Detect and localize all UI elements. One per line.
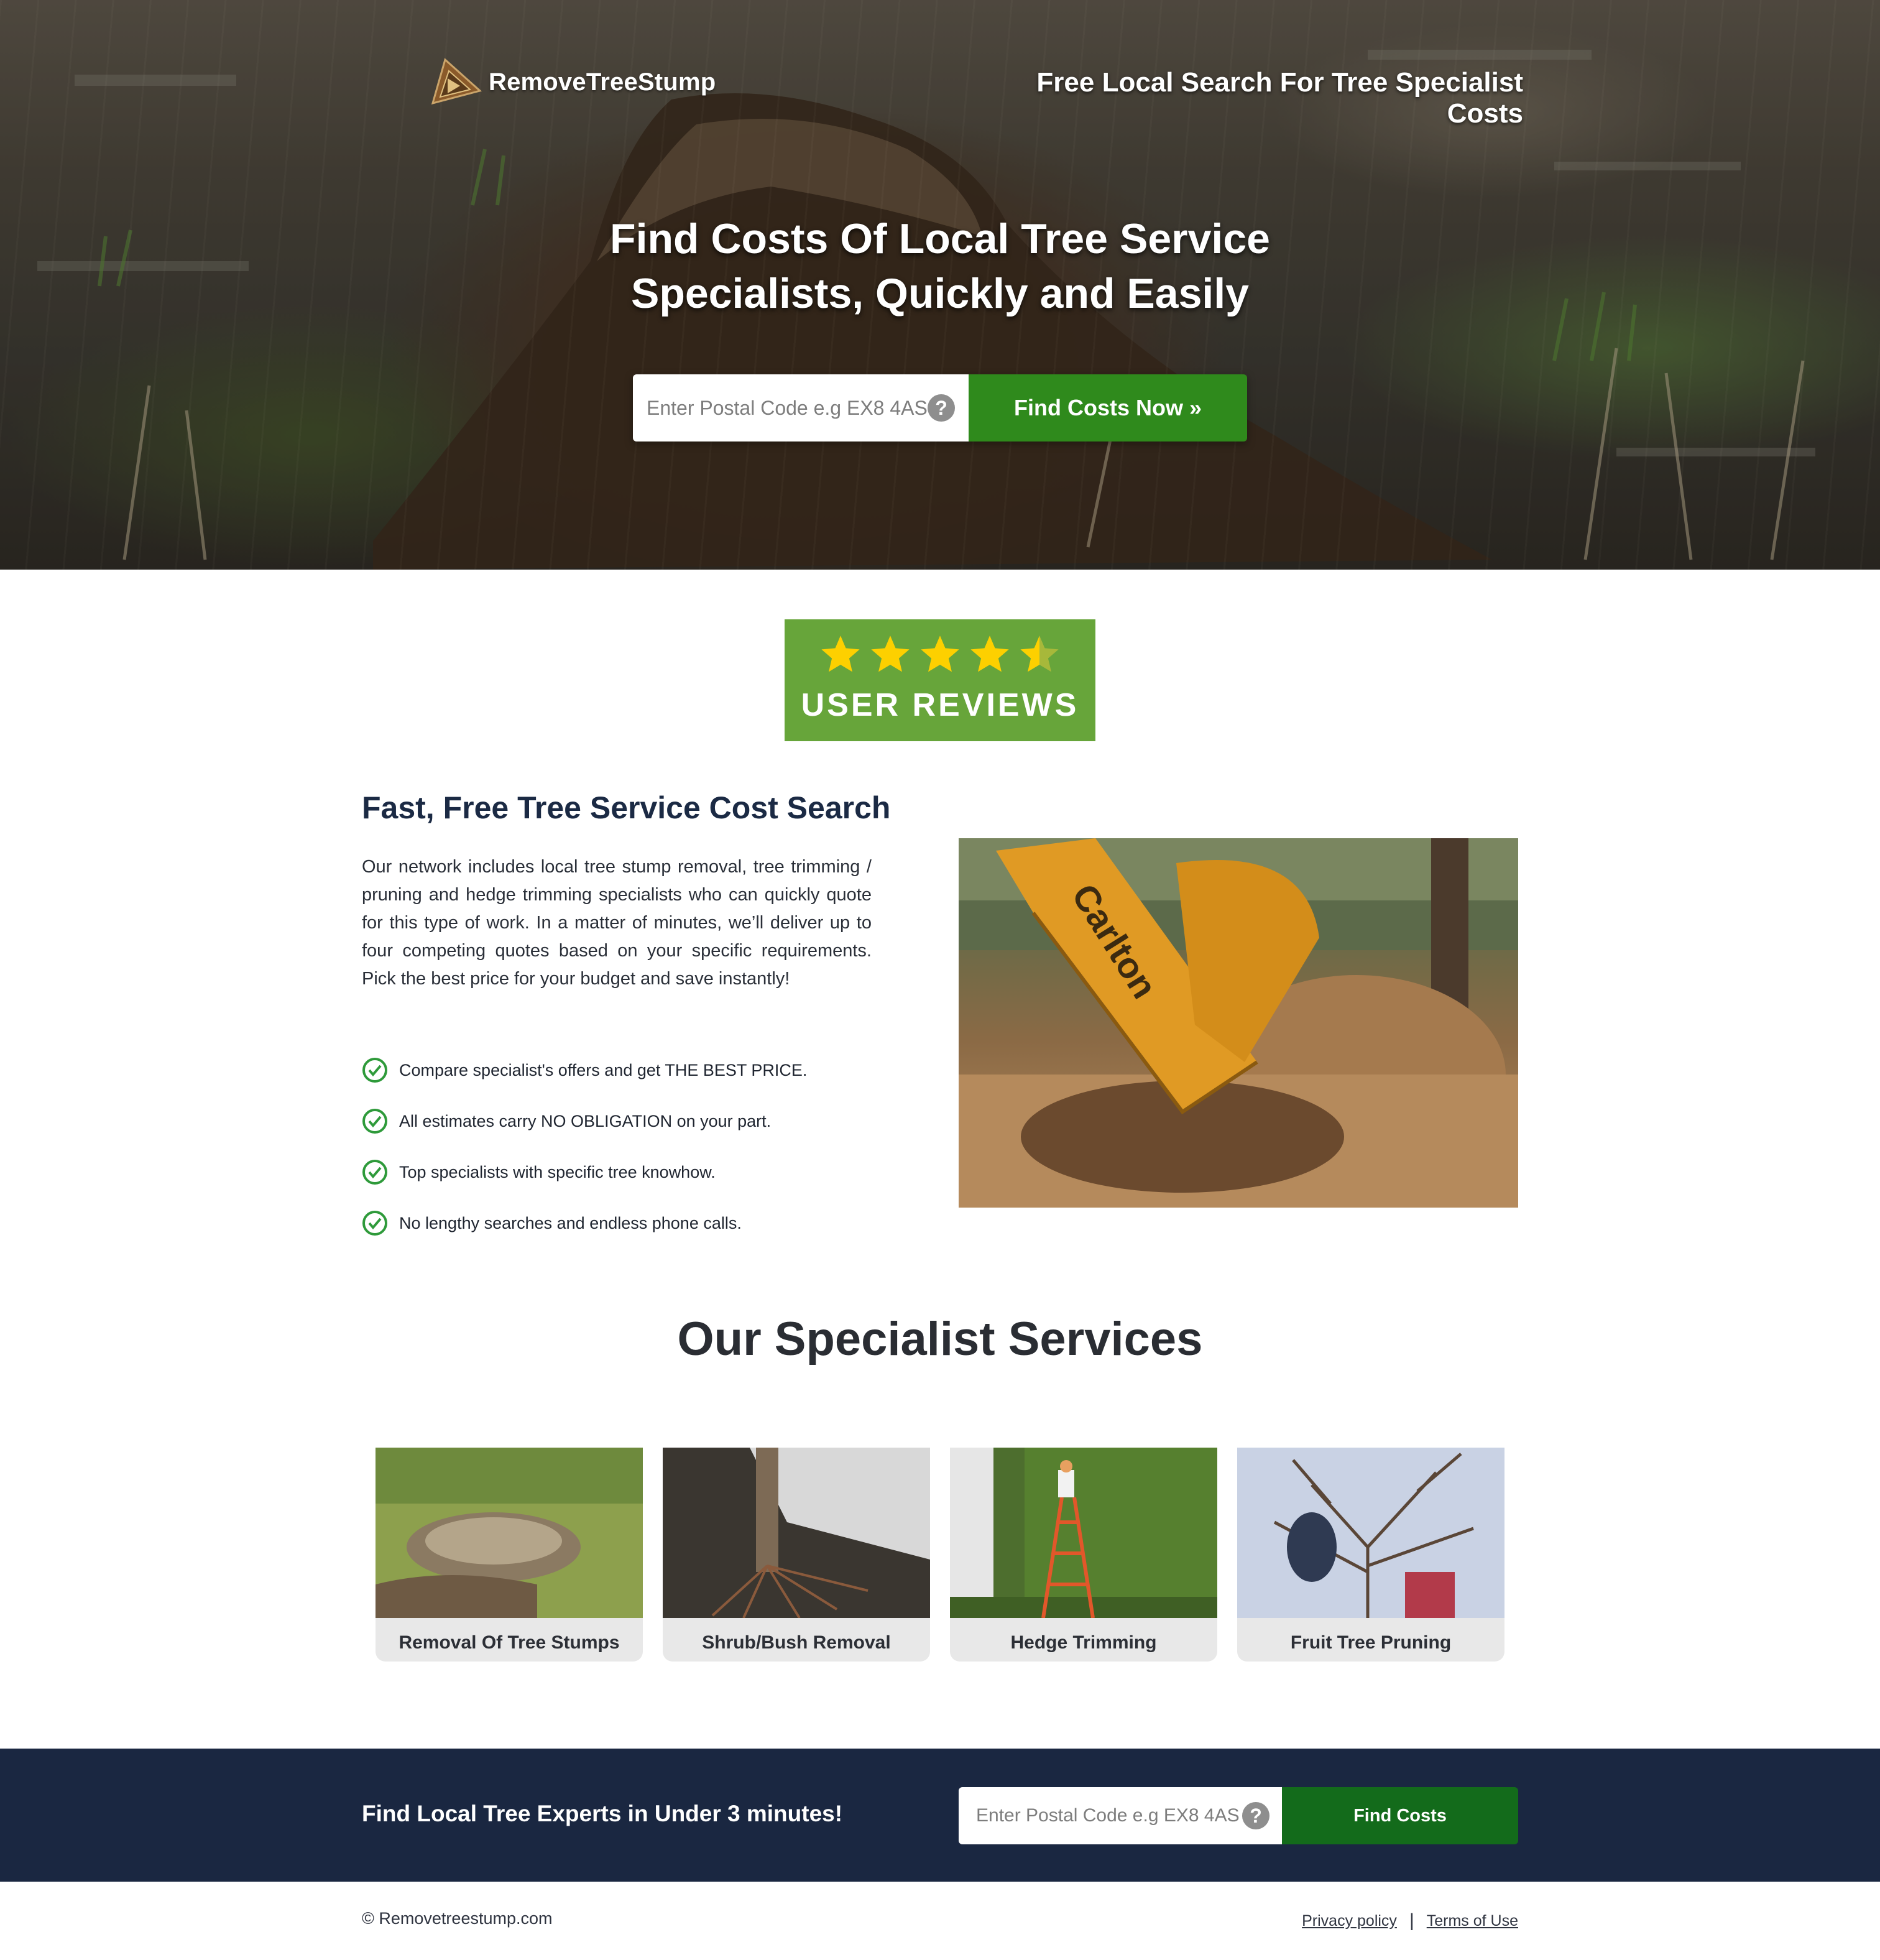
service-card-hedge-trimming[interactable]: Hedge Trimming (950, 1448, 1217, 1662)
check-circle-icon (362, 1109, 387, 1134)
stump-grinder-illustration: Carlton (959, 838, 1518, 1208)
service-label: Fruit Tree Pruning (1290, 1632, 1452, 1653)
check-circle-icon (362, 1211, 387, 1236)
footer-separator: | (1409, 1910, 1414, 1931)
intro-title: Fast, Free Tree Service Cost Search (362, 790, 891, 825)
service-card-fruit-tree-pruning[interactable]: Fruit Tree Pruning (1237, 1448, 1504, 1662)
postal-code-input[interactable] (633, 374, 969, 441)
benefit-text: Compare specialist's offers and get THE … (399, 1060, 808, 1079)
postal-code-field-wrapper: ? (633, 374, 969, 441)
footer-copyright: © Removetreestump.com (362, 1909, 553, 1928)
benefit-item: No lengthy searches and endless phone ca… (362, 1198, 807, 1249)
footer-links: Privacy policy | Terms of Use (1302, 1910, 1518, 1931)
question-circle-icon[interactable]: ? (1242, 1802, 1269, 1829)
star-icon (970, 636, 1009, 672)
user-reviews-label: USER REVIEWS (801, 687, 1079, 723)
cta-postal-code-input[interactable] (959, 1787, 1282, 1844)
benefits-list: Compare specialist's offers and get THE … (362, 1045, 807, 1249)
star-icon (821, 636, 860, 672)
benefit-item: Compare specialist's offers and get THE … (362, 1045, 807, 1096)
benefit-item: Top specialists with specific tree knowh… (362, 1147, 807, 1198)
cta-text: Find Local Tree Experts in Under 3 minut… (362, 1801, 843, 1826)
question-circle-icon[interactable]: ? (928, 394, 955, 422)
star-icon (871, 636, 910, 672)
hero-title: Find Costs Of Local Tree Service Special… (610, 215, 1270, 317)
stump-grinder-photo: Carlton (959, 838, 1518, 1208)
header-tagline: Free Local Search For Tree Specialist Co… (1036, 67, 1523, 129)
rating-stars (819, 633, 1061, 675)
check-circle-icon (362, 1160, 387, 1185)
hedge-ladder-photo (950, 1448, 1217, 1619)
find-costs-button[interactable]: Find Costs (1282, 1787, 1518, 1844)
hero-section: RemoveTreeStump Free Local Search For Tr… (0, 0, 1880, 570)
find-costs-now-button[interactable]: Find Costs Now » (969, 374, 1247, 441)
triangle-play-logo-icon (431, 58, 482, 105)
fruit-tree-pruning-photo (1237, 1448, 1504, 1618)
hero-search-form: ? Find Costs Now » (633, 374, 1247, 441)
privacy-policy-link[interactable]: Privacy policy (1302, 1912, 1397, 1930)
service-label: Hedge Trimming (1010, 1632, 1157, 1653)
services-title: Our Specialist Services (677, 1313, 1203, 1366)
star-icon (921, 636, 959, 672)
site-logo[interactable]: RemoveTreeStump (426, 53, 716, 111)
terms-of-use-link[interactable]: Terms of Use (1427, 1912, 1518, 1930)
cta-postal-code-field-wrapper: ? (959, 1787, 1282, 1844)
cta-search-form: ? Find Costs (959, 1787, 1518, 1844)
benefit-text: No lengthy searches and endless phone ca… (399, 1213, 742, 1232)
intro-paragraph: Our network includes local tree stump re… (362, 857, 872, 989)
check-circle-icon (362, 1058, 387, 1083)
service-label: Removal Of Tree Stumps (399, 1632, 620, 1653)
tree-stump-photo (376, 1448, 643, 1618)
cta-bar: Find Local Tree Experts in Under 3 minut… (0, 1749, 1880, 1882)
logo-text: RemoveTreeStump (489, 68, 716, 96)
user-reviews-badge: USER REVIEWS (785, 619, 1095, 741)
service-card-shrub-removal[interactable]: Shrub/Bush Removal (663, 1448, 930, 1662)
half-star-icon (1020, 636, 1059, 672)
benefit-text: All estimates carry NO OBLIGATION on you… (399, 1111, 772, 1130)
service-label: Shrub/Bush Removal (702, 1632, 891, 1653)
service-card-stump-removal[interactable]: Removal Of Tree Stumps (376, 1448, 643, 1662)
shrub-roots-photo (663, 1448, 930, 1619)
benefit-item: All estimates carry NO OBLIGATION on you… (362, 1096, 807, 1147)
benefit-text: Top specialists with specific tree knowh… (399, 1162, 716, 1181)
